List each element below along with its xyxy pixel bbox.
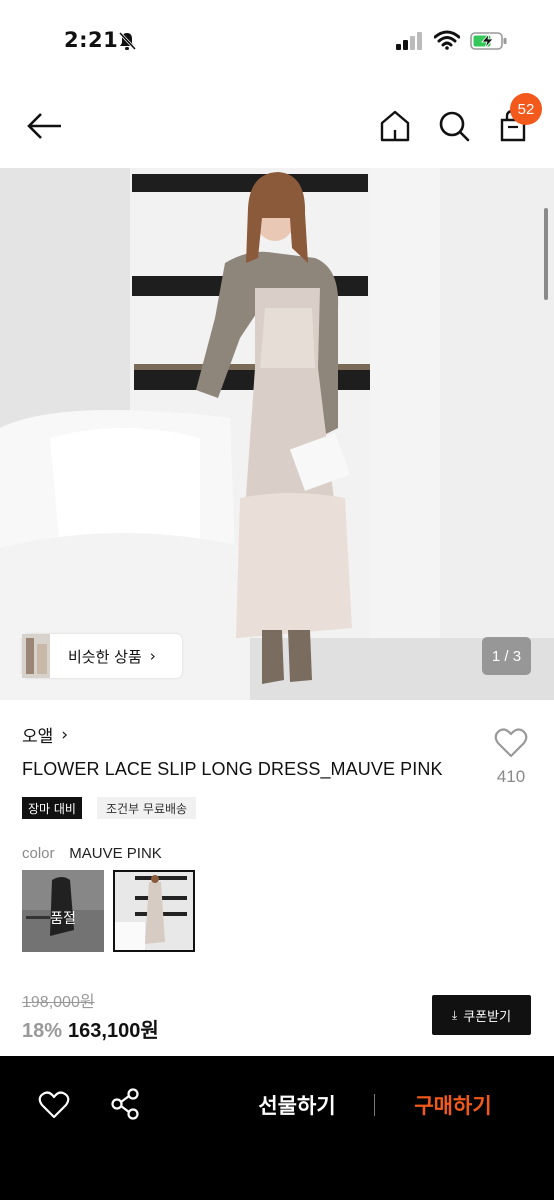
sale-price: 163,100원 — [68, 1020, 159, 1042]
sold-out-label: 품절 — [22, 870, 104, 952]
battery-charging-icon — [470, 32, 507, 50]
scroll-indicator — [544, 208, 548, 300]
shipping-badge: 조건부 무료배송 — [97, 797, 197, 819]
cart-count-badge: 52 — [510, 93, 542, 125]
coupon-label: 쿠폰받기 — [463, 1009, 512, 1025]
color-value: MAUVE PINK — [69, 845, 162, 862]
similar-products-button[interactable]: 비슷한 상품 › — [22, 634, 182, 678]
gift-button[interactable]: 선물하기 — [240, 1086, 354, 1124]
product-photo — [0, 168, 554, 700]
download-icon: ⤓ — [451, 1007, 458, 1022]
color-swatch[interactable]: 품절 — [22, 870, 104, 952]
chevron-right-icon: › — [149, 647, 156, 665]
heart-icon[interactable] — [494, 727, 528, 759]
divider — [374, 1094, 375, 1116]
swatch-image — [115, 872, 193, 950]
brand-name: 오앨 — [22, 727, 54, 747]
search-icon[interactable] — [437, 108, 471, 144]
brand-link[interactable]: 오앨 › — [22, 722, 69, 748]
signal-icon — [396, 32, 422, 50]
price-row: 18% 163,100원 — [22, 1014, 159, 1043]
coupon-button[interactable]: ⤓ 쿠폰받기 — [432, 995, 531, 1035]
chevron-right-icon: › — [61, 724, 69, 745]
image-pager: 1 / 3 — [482, 637, 531, 675]
heart-icon[interactable] — [38, 1090, 70, 1120]
app-header — [0, 84, 554, 168]
discount-rate: 18% — [22, 1020, 63, 1042]
tag-badge: 장마 대비 — [22, 797, 82, 819]
bell-off-icon — [118, 31, 136, 51]
share-icon[interactable] — [110, 1088, 140, 1120]
color-label: color — [22, 845, 55, 862]
status-bar: 2:21 — [0, 0, 554, 84]
similar-products-label: 비슷한 상품 — [68, 647, 142, 666]
bottom-action-bar: 선물하기 구매하기 — [0, 1056, 554, 1200]
wifi-icon — [434, 30, 460, 50]
color-row: color MAUVE PINK — [22, 844, 162, 862]
status-time: 2:21 — [64, 28, 119, 52]
color-swatch-selected[interactable] — [113, 870, 195, 952]
product-image[interactable] — [0, 168, 554, 700]
like-count: 410 — [496, 767, 526, 786]
original-price: 198,000원 — [22, 994, 95, 1011]
buy-button[interactable]: 구매하기 — [396, 1086, 510, 1124]
back-arrow-icon[interactable] — [26, 110, 64, 142]
similar-thumbnail — [22, 634, 50, 678]
home-icon[interactable] — [378, 108, 412, 144]
product-name: FLOWER LACE SLIP LONG DRESS_MAUVE PINK — [22, 759, 443, 779]
